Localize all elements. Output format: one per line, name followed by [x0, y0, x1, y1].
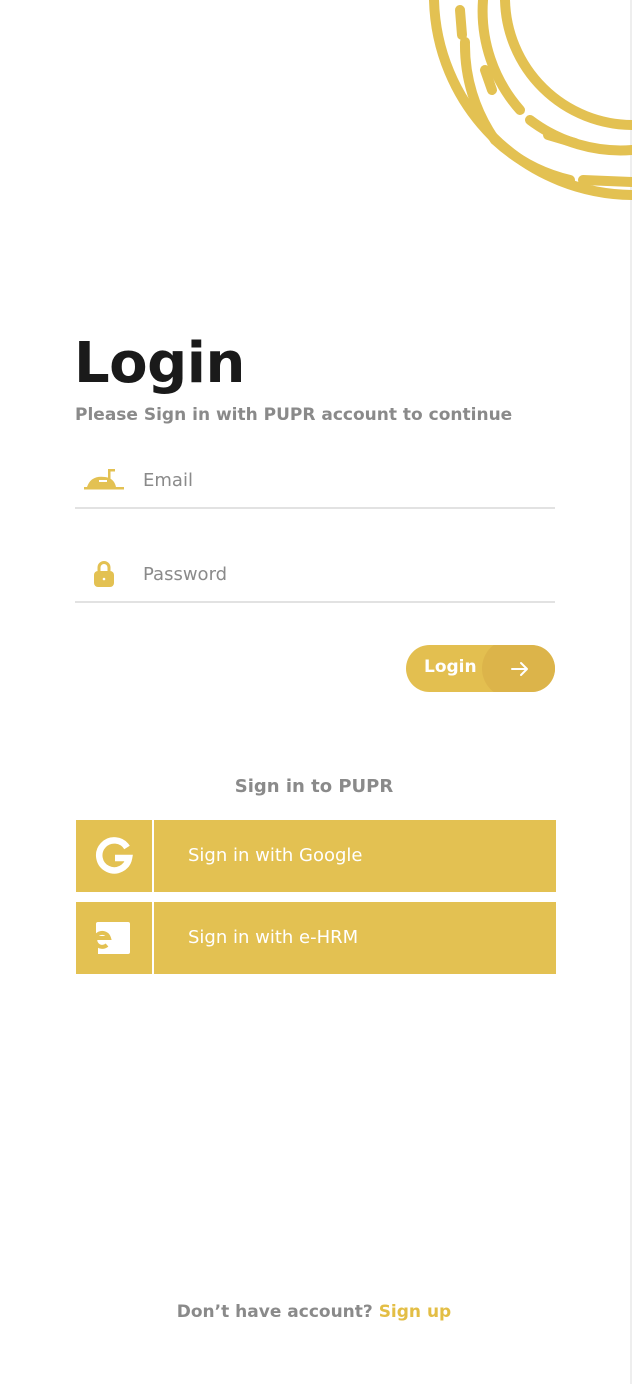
signup-prompt: Don’t have account? — [176, 1302, 373, 1322]
decorative-arcs — [429, 0, 632, 200]
login-button[interactable]: Login — [406, 645, 555, 692]
google-icon-box — [76, 820, 154, 892]
ehrm-signin-button[interactable]: Sign in with e-HRM — [76, 902, 556, 974]
email-field — [75, 459, 555, 509]
arrow-right-icon — [511, 662, 528, 676]
mailbox-icon — [84, 469, 124, 490]
google-signin-label: Sign in with Google — [188, 845, 363, 866]
page-subtitle: Please Sign in with PUPR account to cont… — [75, 405, 513, 425]
ehrm-signin-label: Sign in with e-HRM — [188, 927, 359, 948]
google-signin-button[interactable]: Sign in with Google — [76, 820, 556, 892]
ehrm-icon-box — [76, 902, 154, 974]
ehrm-icon — [94, 922, 130, 954]
login-button-label: Login — [424, 657, 477, 677]
signup-link[interactable]: Sign up — [379, 1302, 452, 1322]
page-title: Login — [74, 331, 245, 396]
lock-icon — [94, 561, 114, 587]
password-input[interactable] — [143, 559, 543, 589]
google-icon — [95, 837, 133, 874]
password-field — [75, 553, 555, 603]
signup-footer: Don’t have account? Sign up — [0, 1302, 628, 1322]
sso-heading: Sign in to PUPR — [234, 776, 394, 797]
email-input[interactable] — [143, 465, 543, 495]
